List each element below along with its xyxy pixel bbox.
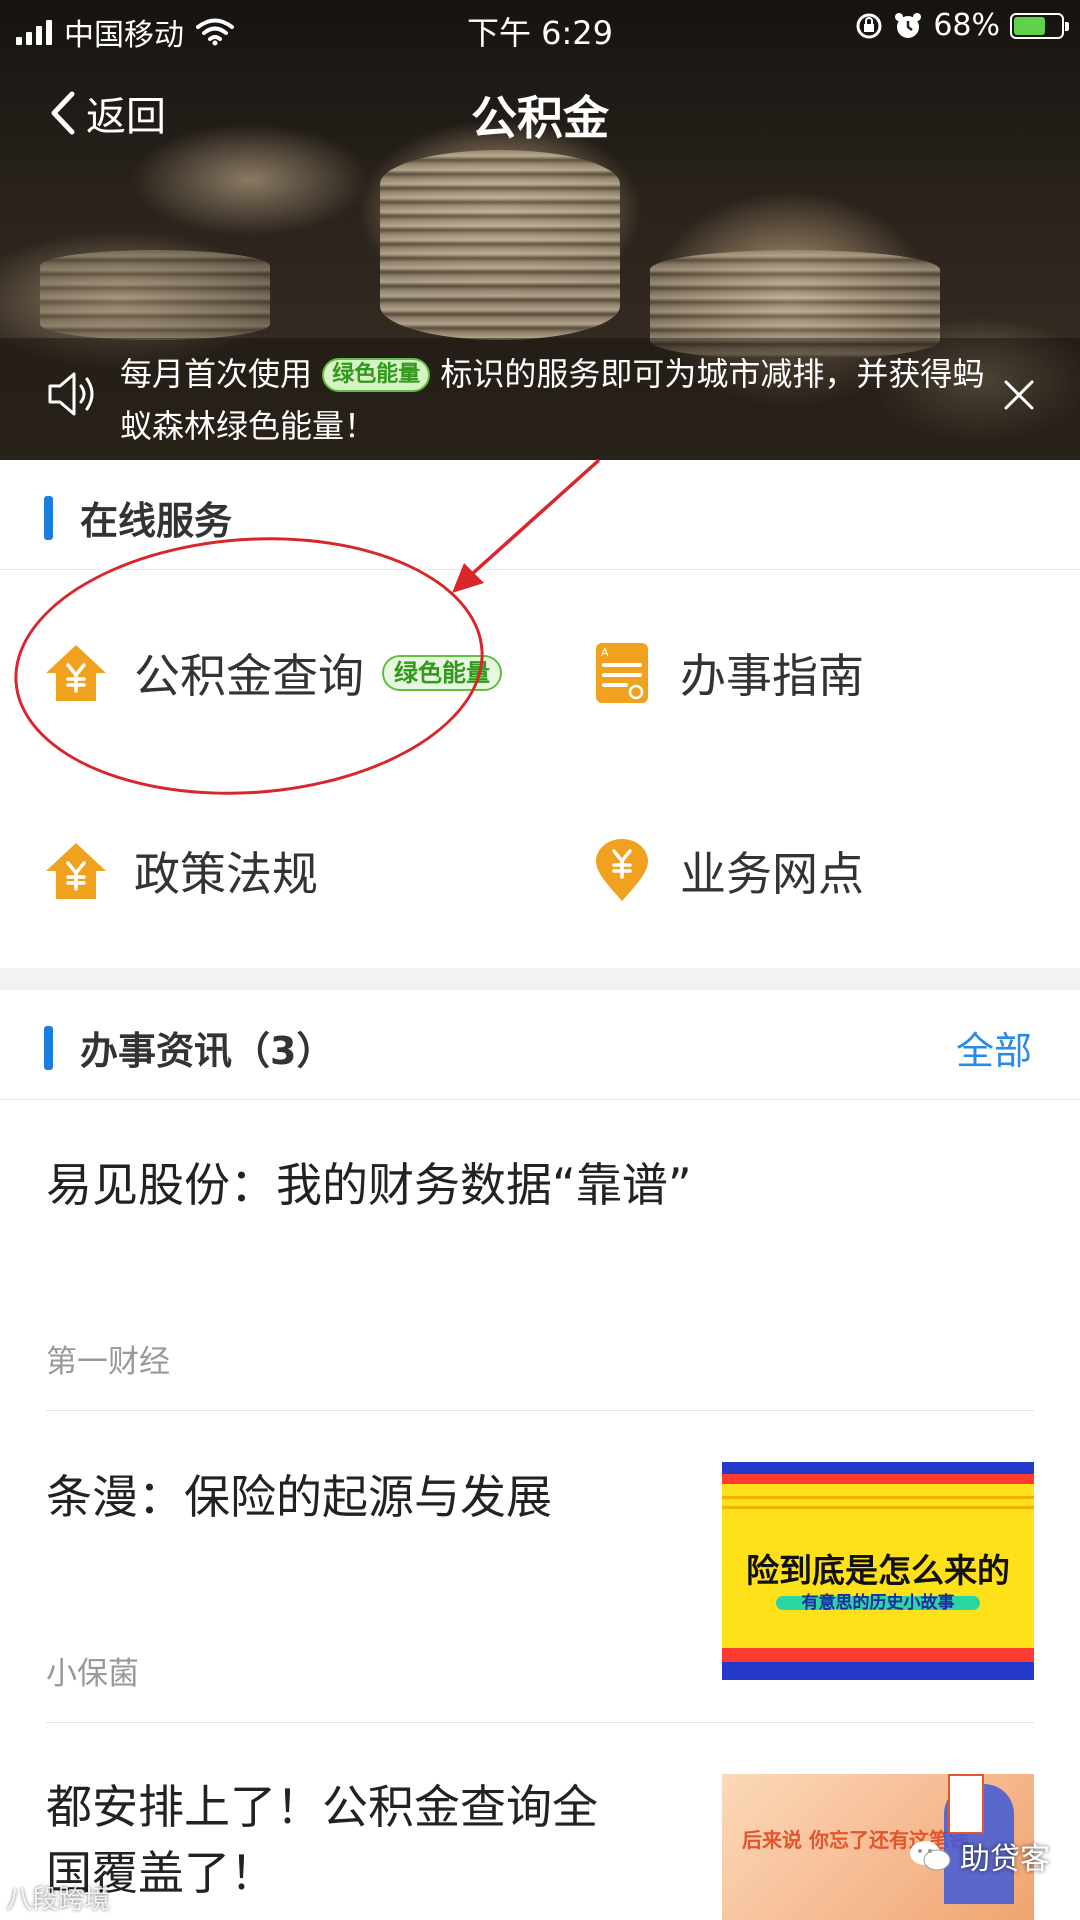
svg-text:A: A: [601, 646, 609, 659]
news-thumbnail: 险到底是怎么来的 有意思的历史小故事: [722, 1462, 1034, 1680]
news-source: 第一财经: [46, 1344, 170, 1380]
service-guide[interactable]: A 办事指南: [590, 640, 864, 706]
nav-bar: 返回 公积金: [0, 70, 1080, 150]
section-accent-bar: [44, 1026, 53, 1070]
speaker-icon: [48, 372, 94, 416]
rotation-lock-icon: [856, 13, 882, 38]
arrow-icon: [452, 459, 600, 593]
news-title: 都安排上了！公积金查询全: [46, 1780, 598, 1834]
battery-icon: [1010, 12, 1069, 39]
green-energy-badge: 绿色能量: [322, 358, 431, 392]
section-divider: [0, 968, 1080, 990]
wechat-icon: [910, 1841, 951, 1871]
document-guide-icon: A: [596, 643, 648, 703]
location-yen-icon: [596, 839, 648, 901]
news-header: 办事资讯（3） 全部: [0, 990, 1080, 1100]
divider: [46, 1722, 1034, 1723]
section-title: 办事资讯（3）: [80, 1029, 335, 1073]
service-label: 办事指南: [680, 649, 864, 703]
coin-stack-image: [380, 150, 620, 340]
header-banner: 中国移动 下午 6:29 68% 返回 公积金 每月首次使用 绿色能量 标识的服…: [0, 0, 1080, 460]
alarm-icon: [895, 12, 922, 38]
service-policy[interactable]: 政策法规: [44, 838, 318, 904]
section-title: 在线服务: [80, 499, 233, 543]
battery-percent: 68%: [933, 8, 1000, 43]
service-branches[interactable]: 业务网点: [590, 838, 864, 904]
close-icon[interactable]: [1002, 378, 1036, 412]
battery-level: [1014, 16, 1046, 35]
notice-banner: 每月首次使用 绿色能量 标识的服务即可为城市减排，并获得蚂蚁森林绿色能量！: [0, 338, 1080, 460]
watermark-text: 助贷客: [960, 1842, 1050, 1877]
news-title: 条漫：保险的起源与发展: [46, 1470, 552, 1524]
news-title: 易见股份：我的财务数据“靠谱”: [46, 1158, 692, 1212]
page-title: 公积金: [471, 91, 609, 145]
status-bar: 中国移动 下午 6:29 68%: [0, 0, 1080, 54]
news-source: 小保菌: [46, 1656, 139, 1692]
service-label: 政策法规: [134, 847, 318, 901]
notice-text-start: 每月首次使用: [120, 355, 313, 393]
service-label: 业务网点: [680, 847, 864, 901]
watermark: 八段跨境: [6, 1885, 111, 1915]
page: 中国移动 下午 6:29 68% 返回 公积金 每月首次使用 绿色能量 标识的服…: [0, 0, 1080, 1920]
notice-text: 每月首次使用 绿色能量 标识的服务即可为城市减排，并获得蚂蚁森林绿色能量！: [120, 348, 990, 452]
section-accent-bar: [44, 496, 53, 540]
divider: [46, 1410, 1034, 1411]
thumbnail-subtitle: 有意思的历史小故事: [801, 1593, 955, 1613]
watermark: 助贷客: [908, 1834, 1050, 1878]
coin-pile-image: [40, 250, 270, 340]
thumbnail-title: 险到底是怎么来的: [746, 1551, 1010, 1590]
house-yen-icon: [46, 843, 106, 899]
view-all-link[interactable]: 全部: [956, 1020, 1032, 1075]
